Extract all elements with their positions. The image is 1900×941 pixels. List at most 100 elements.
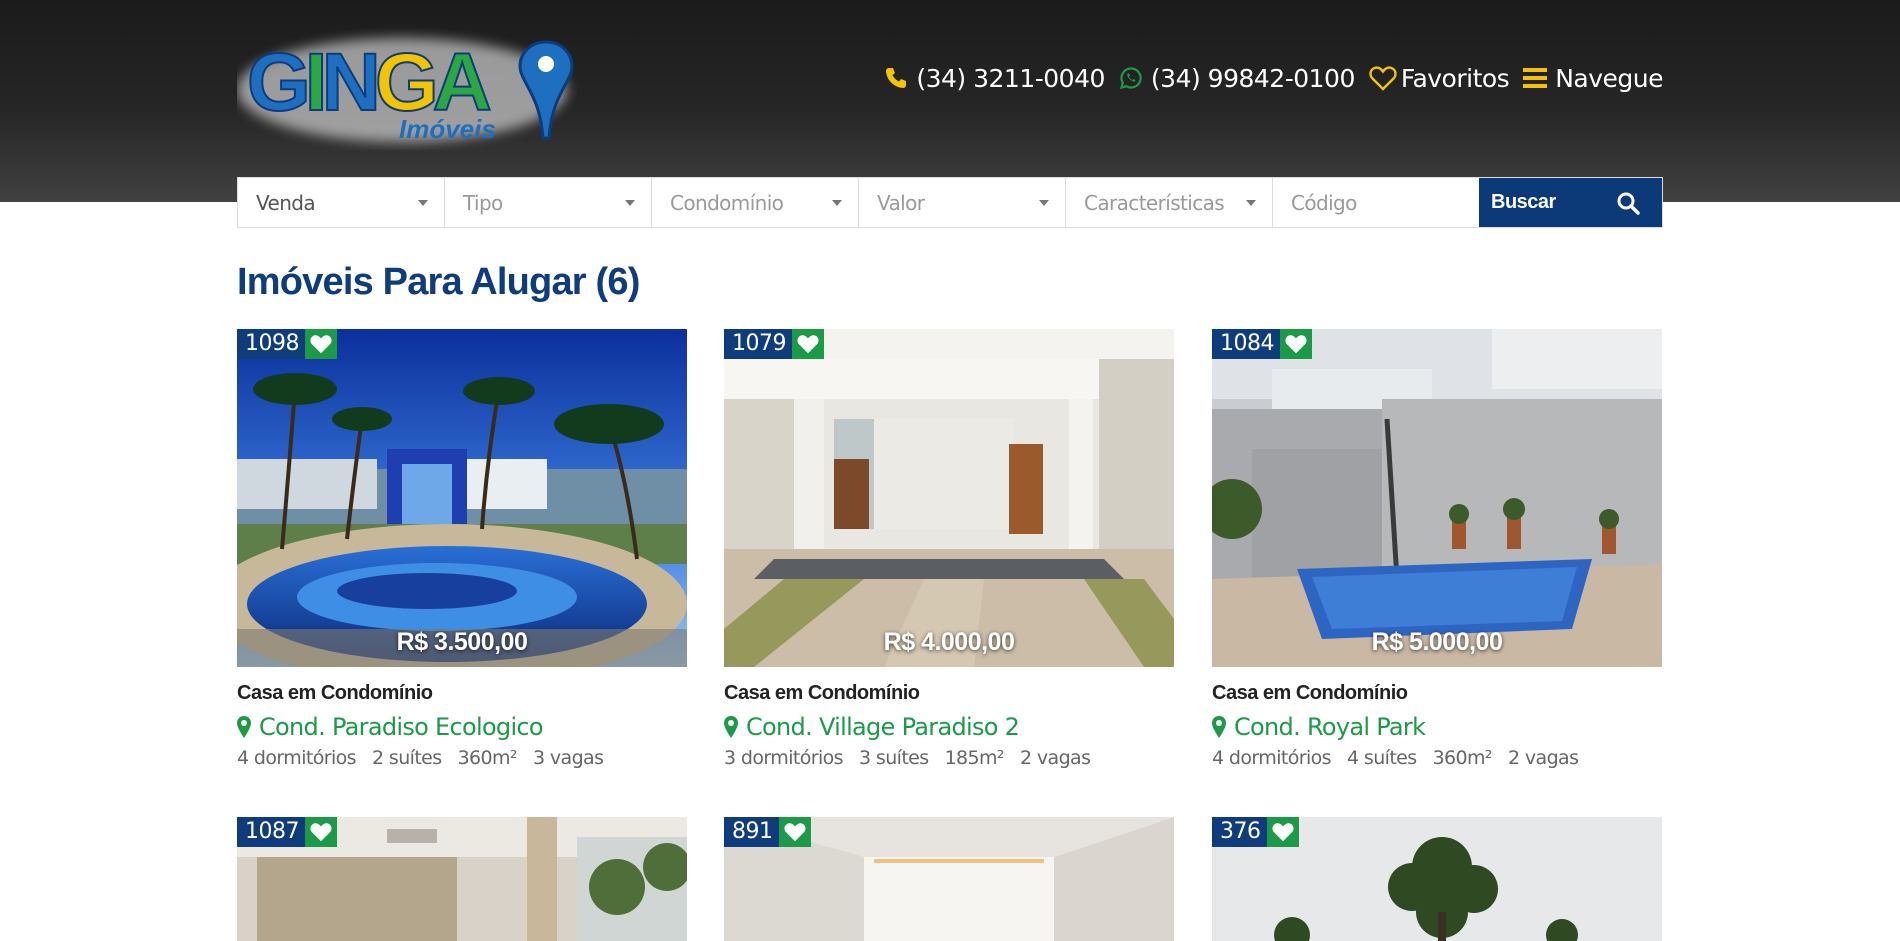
listing-card[interactable]: 1079 R$ 4.000,00 Casa em Condomínio Cond… (724, 329, 1174, 769)
page-title: Imóveis Para Alugar (6) (237, 261, 640, 303)
suites: 4 suítes (1346, 747, 1417, 769)
phone-number: (34) 3211-0040 (916, 63, 1105, 93)
listing-features: 4 dormitórios 2 suítes 360m² 3 vagas (237, 747, 687, 769)
listing-code: 891 (724, 817, 779, 847)
heart-icon (310, 335, 332, 354)
pool-photo (237, 329, 687, 667)
features-select[interactable]: Características (1066, 178, 1273, 227)
favorite-button[interactable] (305, 817, 337, 847)
listing-price: R$ 4.000,00 (883, 628, 1015, 656)
listing-price: R$ 3.500,00 (396, 628, 528, 656)
favorite-button[interactable] (305, 329, 337, 359)
site-logo[interactable]: GINGA Imóveis (237, 28, 577, 150)
heart-icon (783, 823, 806, 842)
bedrooms: 3 dormitórios (724, 747, 844, 769)
caret-down-icon (1039, 199, 1049, 206)
code-badge: 891 (724, 817, 811, 847)
favorites-label: Favoritos (1400, 63, 1510, 93)
listing-price: R$ 5.000,00 (1371, 628, 1503, 656)
listing-features: 4 dormitórios 4 suítes 360m² 2 vagas (1212, 747, 1662, 769)
listing-code: 376 (1212, 817, 1267, 847)
whatsapp-link[interactable]: (34) 99842-0100 (1119, 64, 1355, 93)
search-button[interactable]: Buscar (1479, 178, 1662, 227)
suites: 2 suítes (371, 747, 442, 769)
bedrooms: 4 dormitórios (1212, 747, 1332, 769)
favorite-button[interactable] (1280, 329, 1312, 359)
listing-photo[interactable]: 1098 R$ 3.500,00 (237, 329, 687, 667)
code-input[interactable] (1273, 178, 1479, 227)
parking: 2 vagas (1507, 747, 1579, 769)
code-badge: 1084 (1212, 329, 1312, 359)
area: 185m² (944, 747, 1005, 769)
listing-type: Casa em Condomínio (1212, 682, 1408, 704)
favorites-link[interactable]: Favoritos (1369, 63, 1510, 93)
listing-photo[interactable]: 1087 (237, 817, 687, 941)
heart-icon (310, 823, 332, 842)
suites: 3 suítes (858, 747, 929, 769)
code-badge: 1079 (724, 329, 824, 359)
listing-location-label: Cond. Royal Park (1234, 713, 1426, 741)
caret-down-icon (625, 199, 635, 206)
listing-type: Casa em Condomínio (724, 682, 920, 704)
listing-photo[interactable]: 376 (1212, 817, 1662, 941)
phone-link[interactable]: (34) 3211-0040 (884, 64, 1105, 93)
listing-card[interactable]: 891 (724, 817, 1174, 941)
area: 360m² (457, 747, 518, 769)
ginga-logo: GINGA Imóveis (237, 36, 574, 144)
parking: 2 vagas (1019, 747, 1091, 769)
svg-text:Imóveis: Imóveis (399, 114, 496, 144)
listing-location[interactable]: Cond. Paradiso Ecologico (237, 713, 687, 741)
caret-down-icon (832, 199, 842, 206)
phone-icon (886, 68, 907, 88)
search-icon (1617, 192, 1640, 215)
favorite-button[interactable] (792, 329, 824, 359)
listing-code: 1098 (237, 329, 305, 359)
map-marker-icon (237, 716, 251, 738)
parking: 3 vagas (532, 747, 604, 769)
top-navigation: (34) 3211-0040 (34) 99842-0100 Favoritos… (884, 58, 1663, 98)
backyard-pool-photo (1212, 329, 1662, 667)
listing-location[interactable]: Cond. Village Paradiso 2 (724, 713, 1174, 741)
listing-photo[interactable]: 1079 R$ 4.000,00 (724, 329, 1174, 667)
price-select-placeholder: Valor (877, 190, 925, 215)
code-badge: 1098 (237, 329, 337, 359)
listing-code: 1087 (237, 817, 305, 847)
map-marker-icon (1212, 716, 1226, 738)
listing-card[interactable]: 1084 R$ 5.000,00 Casa em Condomínio Cond… (1212, 329, 1662, 769)
whatsapp-number: (34) 99842-0100 (1150, 63, 1355, 93)
listing-code: 1084 (1212, 329, 1280, 359)
listing-photo[interactable]: 1084 R$ 5.000,00 (1212, 329, 1662, 667)
type-select[interactable]: Tipo (445, 178, 652, 227)
type-select-placeholder: Tipo (463, 190, 503, 215)
search-bar: Venda Tipo Condomínio Valor Característi… (237, 177, 1663, 228)
heart-icon (797, 335, 819, 354)
condo-select-placeholder: Condomínio (670, 190, 784, 215)
features-select-placeholder: Características (1084, 190, 1225, 215)
hamburger-icon (1523, 68, 1548, 88)
search-button-label: Buscar (1491, 191, 1556, 213)
listing-location[interactable]: Cond. Royal Park (1212, 713, 1662, 741)
favorite-button[interactable] (778, 817, 811, 847)
menu-label: Navegue (1555, 63, 1663, 93)
listing-photo[interactable]: 891 (724, 817, 1174, 941)
listing-code: 1079 (724, 329, 792, 359)
listing-type: Casa em Condomínio (237, 682, 433, 704)
listing-card[interactable]: 376 (1212, 817, 1662, 941)
condo-select[interactable]: Condomínio (652, 178, 859, 227)
code-badge: 376 (1212, 817, 1299, 847)
heart-icon (1271, 823, 1294, 842)
bedrooms: 4 dormitórios (237, 747, 357, 769)
whatsapp-icon (1119, 67, 1142, 90)
listing-card[interactable]: 1087 (237, 817, 687, 941)
listing-card[interactable]: 1098 R$ 3.500,00 Casa em Condomínio Cond… (237, 329, 687, 769)
favorite-button[interactable] (1266, 817, 1299, 847)
caret-down-icon (1246, 199, 1256, 206)
menu-button[interactable]: Navegue (1523, 64, 1663, 93)
code-badge: 1087 (237, 817, 337, 847)
price-select[interactable]: Valor (859, 178, 1066, 227)
listing-features: 3 dormitórios 3 suítes 185m² 2 vagas (724, 747, 1174, 769)
mode-select-value: Venda (256, 190, 316, 215)
listing-location-label: Cond. Village Paradiso 2 (746, 713, 1020, 741)
mode-select[interactable]: Venda (238, 178, 445, 227)
garage-photo (724, 329, 1174, 667)
